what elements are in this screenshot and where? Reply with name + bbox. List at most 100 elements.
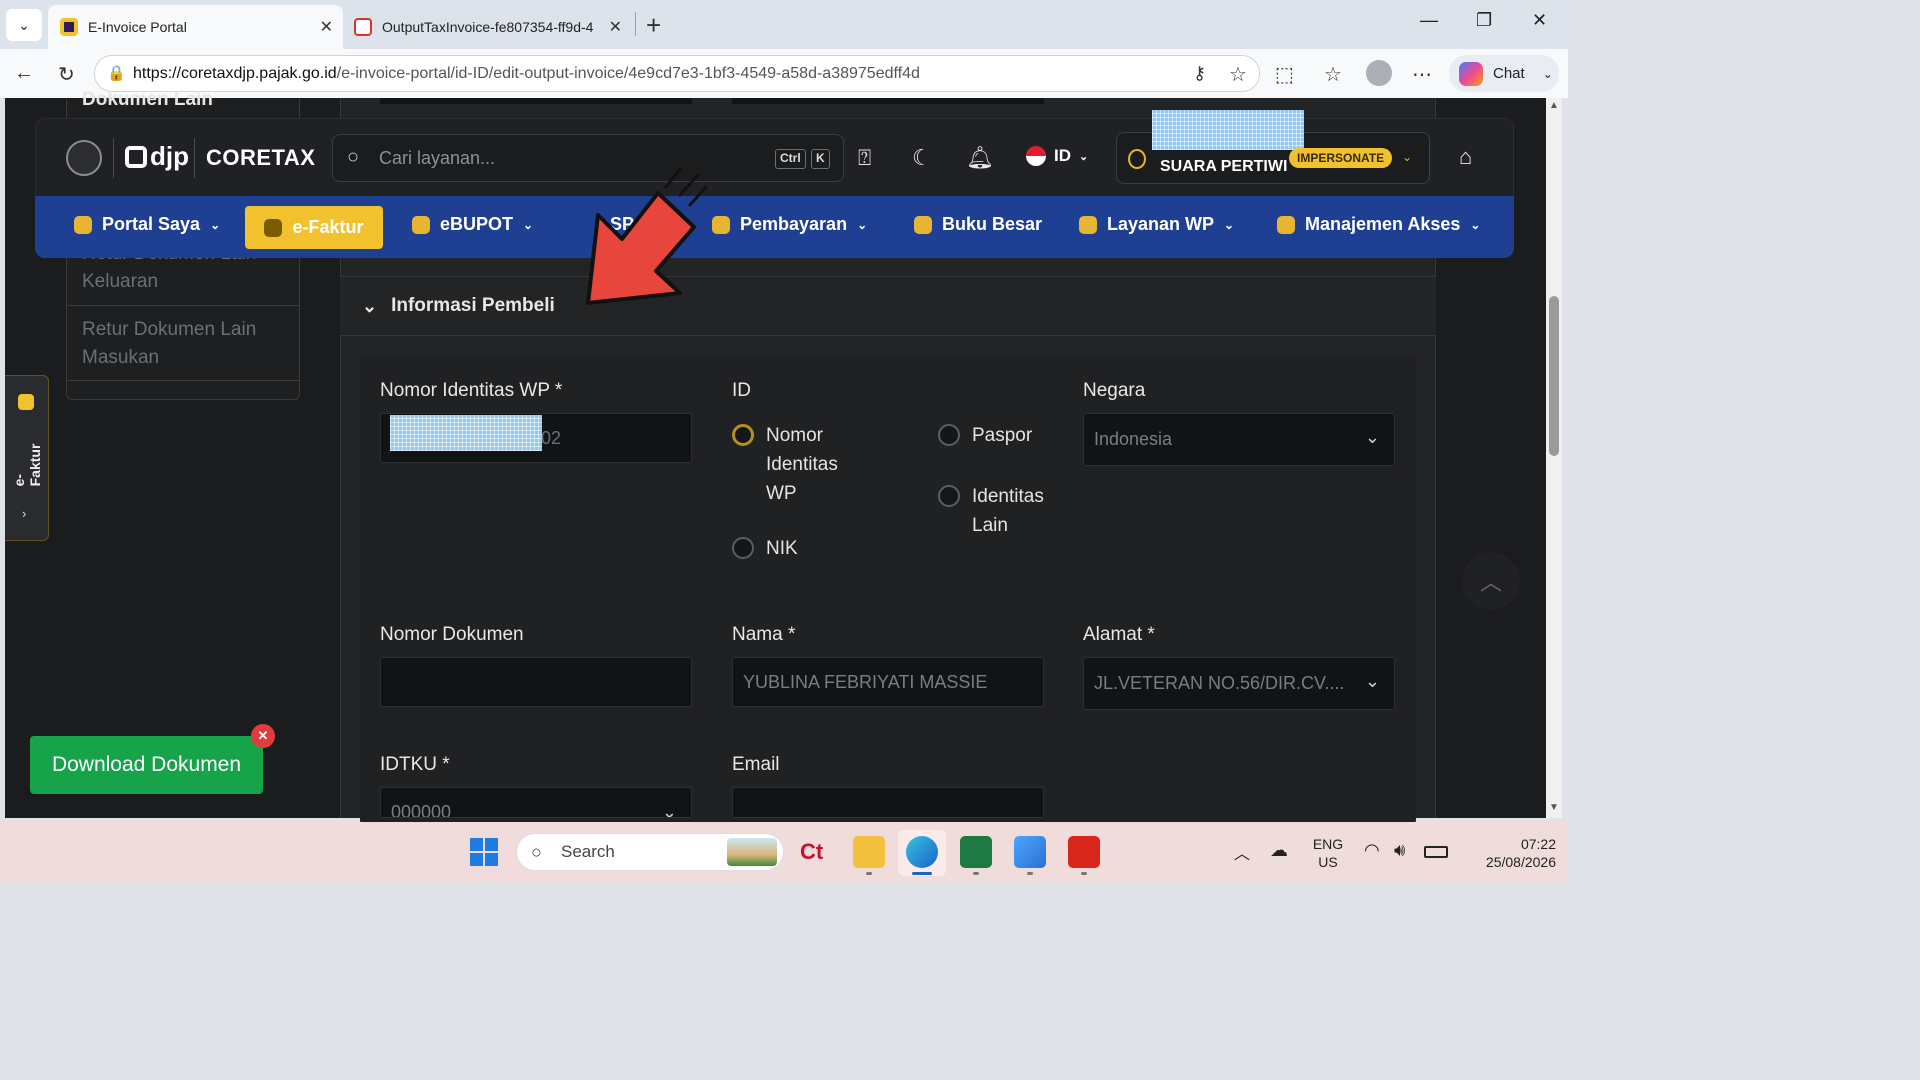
shortcut-ctrl-key: Ctrl (775, 149, 806, 169)
nomor-dokumen-input[interactable] (380, 657, 692, 707)
email-label: Email (732, 754, 780, 775)
tab-actions-button[interactable]: ⌄ (6, 9, 42, 41)
page-scrollbar[interactable] (1546, 98, 1562, 818)
extensions-icon[interactable]: ⬚ (1275, 62, 1294, 87)
efaktur-icon (264, 218, 283, 237)
scrollbar-thumb[interactable] (1549, 296, 1559, 456)
favorite-star-icon[interactable]: ☆ (1229, 62, 1247, 87)
tab-separator (635, 12, 636, 36)
shortcut-k-key: K (811, 149, 830, 169)
windows-start-icon[interactable] (470, 838, 498, 866)
radio-identitas-lain[interactable] (938, 485, 960, 507)
input-language[interactable]: ENG US (1308, 835, 1348, 871)
browser-tab-strip: ⌄ E-Invoice Portal ✕ OutputTaxInvoice-fe… (0, 0, 1568, 49)
tab-output-tax-invoice[interactable]: OutputTaxInvoice-fe807354-ff9d-4 ✕ (344, 5, 632, 49)
chevron-down-icon[interactable]: ⌄ (1402, 150, 1412, 164)
divider (66, 380, 300, 381)
taskbar-running-dot (1027, 872, 1033, 875)
help-chat-icon[interactable]: ⍰ (858, 145, 871, 171)
photos-app-icon[interactable] (1014, 836, 1046, 868)
menu-portal-saya[interactable]: Portal Saya ⌄ (74, 214, 220, 235)
copilot-chat-button[interactable]: Chat ⌄ (1449, 55, 1559, 92)
new-tab-icon[interactable]: + (646, 10, 661, 41)
coretax-app-icon[interactable]: Ct (800, 836, 832, 868)
divider (66, 305, 300, 306)
menu-label: e-Faktur (292, 217, 364, 237)
menu-label: Manajemen Akses (1305, 214, 1461, 234)
taskbar-running-dot (973, 872, 979, 875)
menu-ebupot[interactable]: eBUPOT ⌄ (412, 214, 533, 235)
profile-avatar[interactable] (1366, 60, 1392, 86)
chevron-right-icon: › (22, 506, 27, 521)
reload-icon[interactable]: ↻ (58, 62, 75, 87)
section-header-informasi-pembeli[interactable]: ⌄ Informasi Pembeli (340, 276, 1436, 336)
radio-paspor[interactable] (938, 424, 960, 446)
volume-icon[interactable]: 🔊︎ (1394, 840, 1405, 861)
more-menu-icon[interactable]: ⋯ (1412, 62, 1432, 87)
menu-layanan-wp[interactable]: Layanan WP ⌄ (1079, 214, 1234, 235)
search-highlight-image (727, 838, 777, 866)
radio-label-paspor[interactable]: Paspor (972, 421, 1032, 450)
divider (113, 138, 114, 178)
show-hidden-icons-chevron-up-icon[interactable]: ︿ (1234, 840, 1250, 864)
tab-title: OutputTaxInvoice-fe807354-ff9d-4 (382, 19, 594, 35)
language-selector[interactable]: ID ⌄ (1026, 146, 1088, 166)
address-bar[interactable]: 🔒 https://coretaxdjp.pajak.go.id/e-invoi… (94, 55, 1260, 92)
close-icon[interactable]: ✕ (251, 724, 275, 748)
scroll-to-top-button[interactable]: ︿ (1462, 552, 1520, 610)
edge-browser-icon[interactable] (906, 836, 938, 868)
radio-label-identitas-lain[interactable]: Identitas Lain (972, 482, 1062, 540)
radio-label-nomor-identitas-wp[interactable]: Nomor Identitas WP (766, 421, 866, 508)
close-tab-icon[interactable]: ✕ (609, 17, 622, 37)
restore-icon[interactable]: ❐ (1476, 10, 1492, 31)
menu-e-faktur[interactable]: e-Faktur (245, 206, 383, 249)
menu-label: eBUPOT (440, 214, 514, 234)
language-code: ID (1054, 146, 1071, 165)
alamat-select[interactable]: JL.VETERAN NO.56/DIR.CV.... ⌄ (1083, 657, 1395, 710)
djp-logo[interactable]: djp (125, 141, 189, 172)
wifi-icon[interactable]: ◠ (1364, 840, 1380, 861)
dark-mode-moon-icon[interactable]: ☾ (912, 145, 932, 171)
battery-icon[interactable] (1424, 846, 1448, 858)
sidebar-item-retur-masukan[interactable]: Retur Dokumen Lain Masukan (82, 316, 282, 372)
coretax-logo[interactable]: CORETAX (206, 145, 315, 171)
menu-pembayaran[interactable]: Pembayaran ⌄ (712, 214, 867, 235)
excel-icon[interactable] (960, 836, 992, 868)
chevron-down-icon: ⌄ (1224, 217, 1235, 232)
scroll-up-arrow-icon[interactable]: ▲ (1549, 100, 1559, 111)
close-tab-icon[interactable]: ✕ (320, 17, 333, 37)
home-icon[interactable]: ⌂ (1459, 144, 1472, 170)
taskbar-search[interactable]: ○ Search (516, 833, 784, 871)
user-badge-icon (1128, 149, 1146, 169)
close-window-icon[interactable]: ✕ (1532, 10, 1547, 31)
buku-besar-icon (914, 215, 932, 234)
download-dokumen-button[interactable]: Download Dokumen (30, 736, 263, 794)
taskbar-running-dot (1081, 872, 1087, 875)
idtku-select[interactable]: 000000 ⌄ (380, 787, 692, 818)
onedrive-cloud-icon[interactable]: ☁ (1270, 840, 1288, 861)
menu-buku-besar[interactable]: Buku Besar (914, 214, 1042, 235)
key-icon[interactable]: ⚷ (1193, 63, 1206, 84)
negara-select[interactable]: Indonesia ⌄ (1083, 413, 1395, 466)
djp-emblem-icon[interactable] (66, 140, 102, 176)
chevron-down-icon: ⌄ (210, 217, 221, 232)
layanan-grid-icon (1079, 215, 1097, 234)
menu-label: Buku Besar (942, 214, 1043, 234)
email-input[interactable] (732, 787, 1044, 818)
nama-input[interactable]: YUBLINA FEBRIYATI MASSIE (732, 657, 1044, 707)
favorites-icon[interactable]: ☆ (1324, 62, 1342, 87)
radio-label-nik[interactable]: NIK (766, 534, 798, 563)
acrobat-pdf-icon[interactable] (1068, 836, 1100, 868)
menu-manajemen-akses[interactable]: Manajemen Akses ⌄ (1277, 214, 1480, 235)
copilot-icon (1459, 61, 1483, 86)
clock[interactable]: 07:22 25/08/2026 (1460, 835, 1556, 871)
minimize-icon[interactable]: — (1420, 10, 1438, 31)
menu-label: Pembayaran (740, 214, 848, 234)
back-icon[interactable]: ← (14, 62, 34, 85)
file-explorer-icon[interactable] (853, 836, 885, 868)
radio-nomor-identitas-wp[interactable] (732, 424, 754, 446)
tab-e-invoice-portal[interactable]: E-Invoice Portal ✕ (48, 5, 343, 49)
radio-nik[interactable] (732, 537, 754, 559)
notification-bell-icon[interactable]: 🔔︎ (966, 145, 994, 171)
scroll-down-arrow-icon[interactable]: ▼ (1549, 802, 1559, 813)
